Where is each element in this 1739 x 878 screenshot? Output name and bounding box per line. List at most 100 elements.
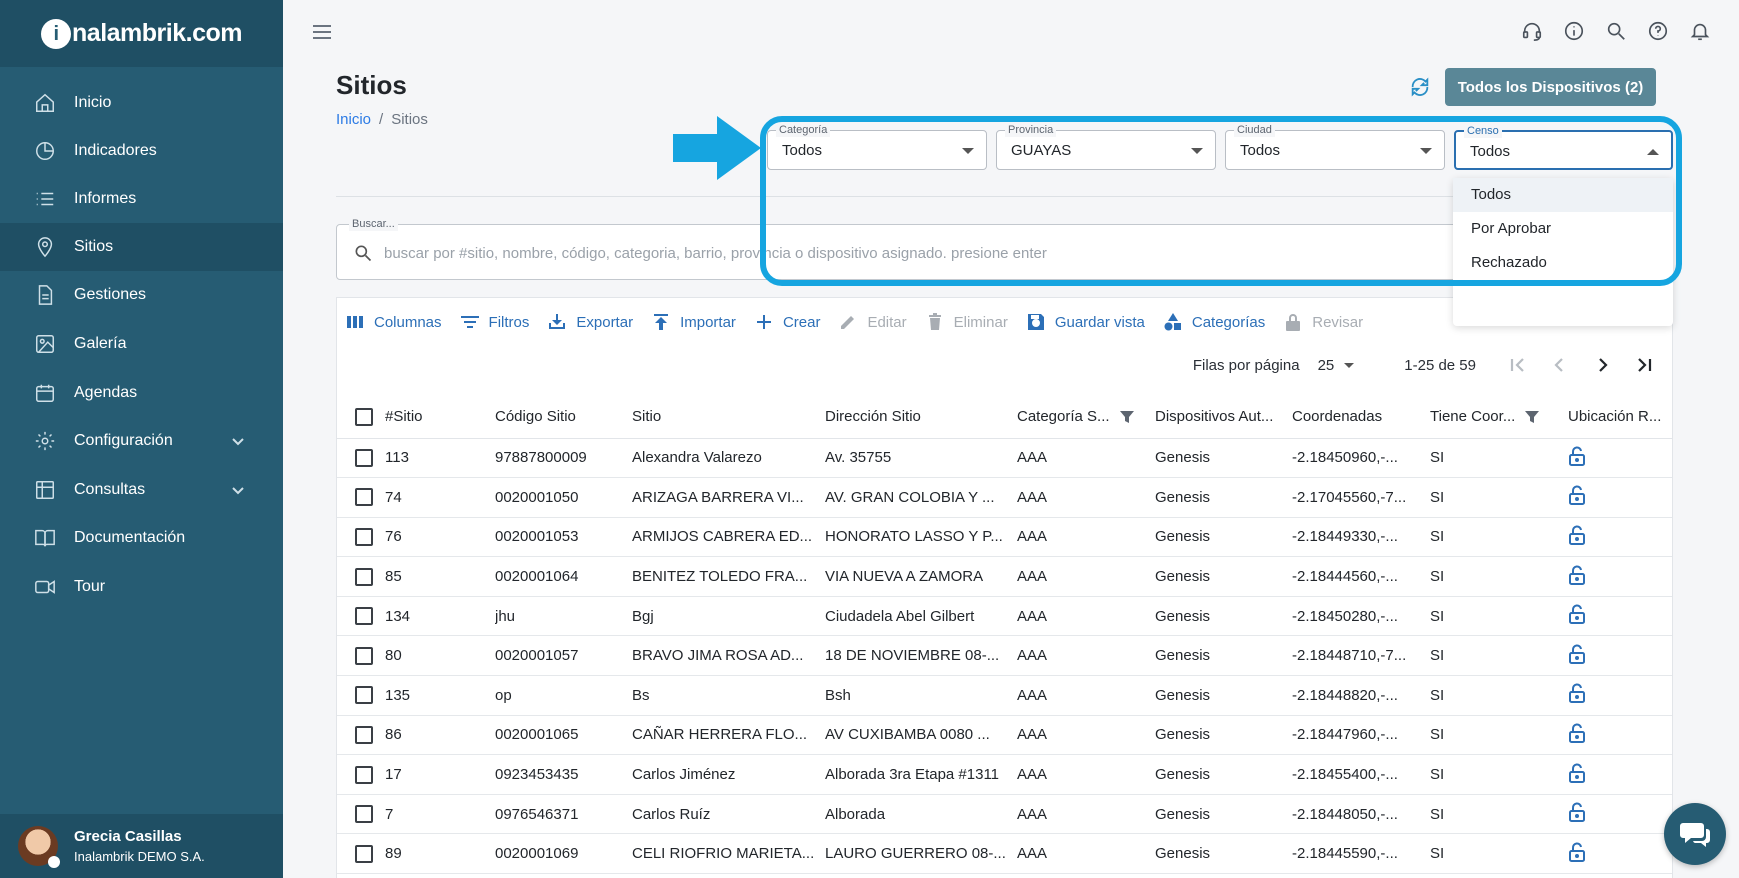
last-page-icon[interactable]	[1630, 351, 1658, 379]
create-button[interactable]: Crear	[754, 312, 820, 332]
censo-option-por-aprobar[interactable]: Por Aprobar	[1453, 212, 1673, 246]
lock-icon	[1283, 312, 1303, 332]
info-icon[interactable]	[1563, 20, 1585, 42]
review-button[interactable]: Revisar	[1283, 312, 1363, 332]
table-row[interactable]: 134 jhu Bgj Ciudadela Abel Gilbert AAA Genesi…	[337, 596, 1672, 637]
sidebar-item-label: Galería	[74, 335, 127, 352]
row-checkbox[interactable]	[355, 686, 373, 705]
export-button[interactable]: Exportar	[547, 312, 633, 332]
help-icon[interactable]	[1647, 20, 1669, 42]
column-header[interactable]: Dispositivos Aut...	[1155, 396, 1292, 439]
unlock-icon[interactable]	[1568, 763, 1586, 787]
select-all-checkbox[interactable]	[355, 407, 373, 426]
chat-icon[interactable]	[1664, 803, 1726, 865]
ciudad-select[interactable]: Ciudad Todos	[1225, 123, 1445, 170]
row-checkbox[interactable]	[355, 488, 373, 507]
unlock-icon[interactable]	[1568, 644, 1586, 668]
column-header[interactable]: #Sitio	[385, 396, 495, 439]
sidebar-item-informes[interactable]: Informes	[0, 175, 283, 223]
all-devices-button[interactable]: Todos los Dispositivos (2)	[1445, 68, 1656, 106]
unlock-icon[interactable]	[1568, 842, 1586, 866]
table-row[interactable]: 113 97887800009 Alexandra Valarezo Av. 3575…	[337, 438, 1672, 479]
table-row[interactable]: 89 0020001069 CELI RIOFRIO MARIETA... LAURO…	[337, 833, 1672, 875]
edit-button[interactable]: Editar	[838, 312, 907, 332]
sidebar-item-configuracion[interactable]: Configuración	[0, 417, 283, 465]
sidebar-item-inicio[interactable]: Inicio	[0, 79, 283, 127]
unlock-icon[interactable]	[1568, 802, 1586, 826]
filter-icon[interactable]	[1119, 410, 1134, 424]
table-row[interactable]: 7 0976546371 Carlos Ruíz Alborada AAA Genesis…	[337, 794, 1672, 835]
unlock-icon[interactable]	[1568, 485, 1586, 509]
rows-per-page-select[interactable]: 25	[1318, 357, 1355, 374]
column-header[interactable]: Dirección Sitio	[825, 396, 1017, 439]
sidebar-item-consultas[interactable]: Consultas	[0, 466, 283, 514]
table-cell: Carlos Ruíz	[632, 794, 825, 835]
table-row[interactable]: 76 0020001053 ARMIJOS CABRERA ED... HONORAT…	[337, 517, 1672, 558]
column-header[interactable]: Sitio	[632, 396, 825, 439]
row-checkbox[interactable]	[355, 567, 373, 586]
table-row[interactable]: 135 op Bs Bsh AAA Genesis -2.18448820,-... SI	[337, 675, 1672, 716]
sidebar-item-documentacion[interactable]: Documentación	[0, 514, 283, 562]
sidebar-item-agendas[interactable]: Agendas	[0, 369, 283, 417]
user-profile[interactable]: Grecia Casillas Inalambrik DEMO S.A.	[0, 814, 283, 878]
table-cell: Alexandra Valarezo	[632, 438, 825, 479]
censo-option-rechazado[interactable]: Rechazado	[1453, 246, 1673, 280]
next-page-icon[interactable]	[1588, 351, 1616, 379]
breadcrumb-home-link[interactable]: Inicio	[336, 111, 371, 128]
filters-button[interactable]: Filtros	[460, 312, 529, 332]
unlock-icon[interactable]	[1568, 565, 1586, 589]
import-button[interactable]: Importar	[651, 312, 736, 332]
table-cell: -2.18448050,-...	[1292, 794, 1430, 835]
row-checkbox[interactable]	[355, 765, 373, 784]
table-row[interactable]: 85 0020001064 BENITEZ TOLEDO FRA... VIA NUE…	[337, 556, 1672, 597]
delete-button[interactable]: Eliminar	[925, 312, 1008, 332]
sidebar-item-tour[interactable]: Tour	[0, 563, 283, 611]
sidebar-item-gestiones[interactable]: Gestiones	[0, 271, 283, 319]
brand-logo[interactable]: i nalambrik.com	[0, 0, 283, 67]
prev-page-icon[interactable]	[1546, 351, 1574, 379]
column-header[interactable]: Código Sitio	[495, 396, 632, 439]
row-checkbox[interactable]	[355, 528, 373, 546]
table-row[interactable]: 74 0020001050 ARIZAGA BARRERA VI... AV. GRA…	[337, 477, 1672, 518]
table-row[interactable]: 80 0020001057 BRAVO JIMA ROSA AD... 18 DE N…	[337, 635, 1672, 677]
filter-icon[interactable]	[1525, 410, 1540, 424]
row-checkbox[interactable]	[355, 725, 373, 744]
search-input[interactable]	[384, 241, 1584, 265]
table-cell: AAA	[1017, 675, 1155, 716]
menu-icon[interactable]	[311, 22, 333, 42]
unlock-icon[interactable]	[1568, 604, 1586, 628]
sidebar-item-galeria[interactable]: Galería	[0, 320, 283, 368]
row-checkbox[interactable]	[355, 805, 373, 824]
categories-button[interactable]: Categorías	[1163, 312, 1265, 332]
table-cell: 135	[385, 675, 495, 716]
provincia-label: Provincia	[1005, 123, 1057, 137]
provincia-select[interactable]: Provincia GUAYAS	[996, 123, 1216, 170]
categoria-select[interactable]: Categoría Todos	[767, 123, 987, 170]
column-header[interactable]: Ubicación R...	[1568, 396, 1672, 439]
search-icon[interactable]	[1605, 20, 1627, 42]
bell-icon[interactable]	[1689, 20, 1711, 42]
table-row[interactable]: 86 0020001065 CAÑAR HERRERA FLO... AV CUXIB…	[337, 715, 1672, 756]
row-checkbox[interactable]	[355, 646, 373, 665]
unlock-icon[interactable]	[1568, 683, 1586, 707]
unlock-icon[interactable]	[1568, 723, 1586, 747]
row-checkbox[interactable]	[355, 448, 373, 467]
unlock-icon[interactable]	[1568, 446, 1586, 470]
refresh-icon[interactable]	[1409, 76, 1431, 98]
headset-icon[interactable]	[1521, 20, 1543, 42]
save-view-button[interactable]: Guardar vista	[1026, 312, 1145, 332]
table-row[interactable]: 17 0923453435 Carlos Jiménez Alborada 3ra E…	[337, 754, 1672, 795]
column-header[interactable]: Categoría S...	[1017, 396, 1155, 439]
first-page-icon[interactable]	[1504, 351, 1532, 379]
columns-button[interactable]: Columnas	[345, 312, 442, 332]
row-checkbox[interactable]	[355, 607, 373, 626]
sidebar-item-indicadores[interactable]: Indicadores	[0, 127, 283, 175]
unlock-icon[interactable]	[1568, 525, 1586, 549]
row-checkbox[interactable]	[355, 844, 373, 863]
table-cell: 0020001065	[495, 715, 632, 756]
column-header[interactable]: Coordenadas	[1292, 396, 1430, 439]
censo-option-todos[interactable]: Todos	[1453, 178, 1673, 212]
sidebar-item-sitios[interactable]: Sitios	[0, 223, 283, 271]
column-header[interactable]: Tiene Coor...	[1430, 396, 1568, 439]
censo-select[interactable]: Censo Todos	[1454, 124, 1673, 170]
